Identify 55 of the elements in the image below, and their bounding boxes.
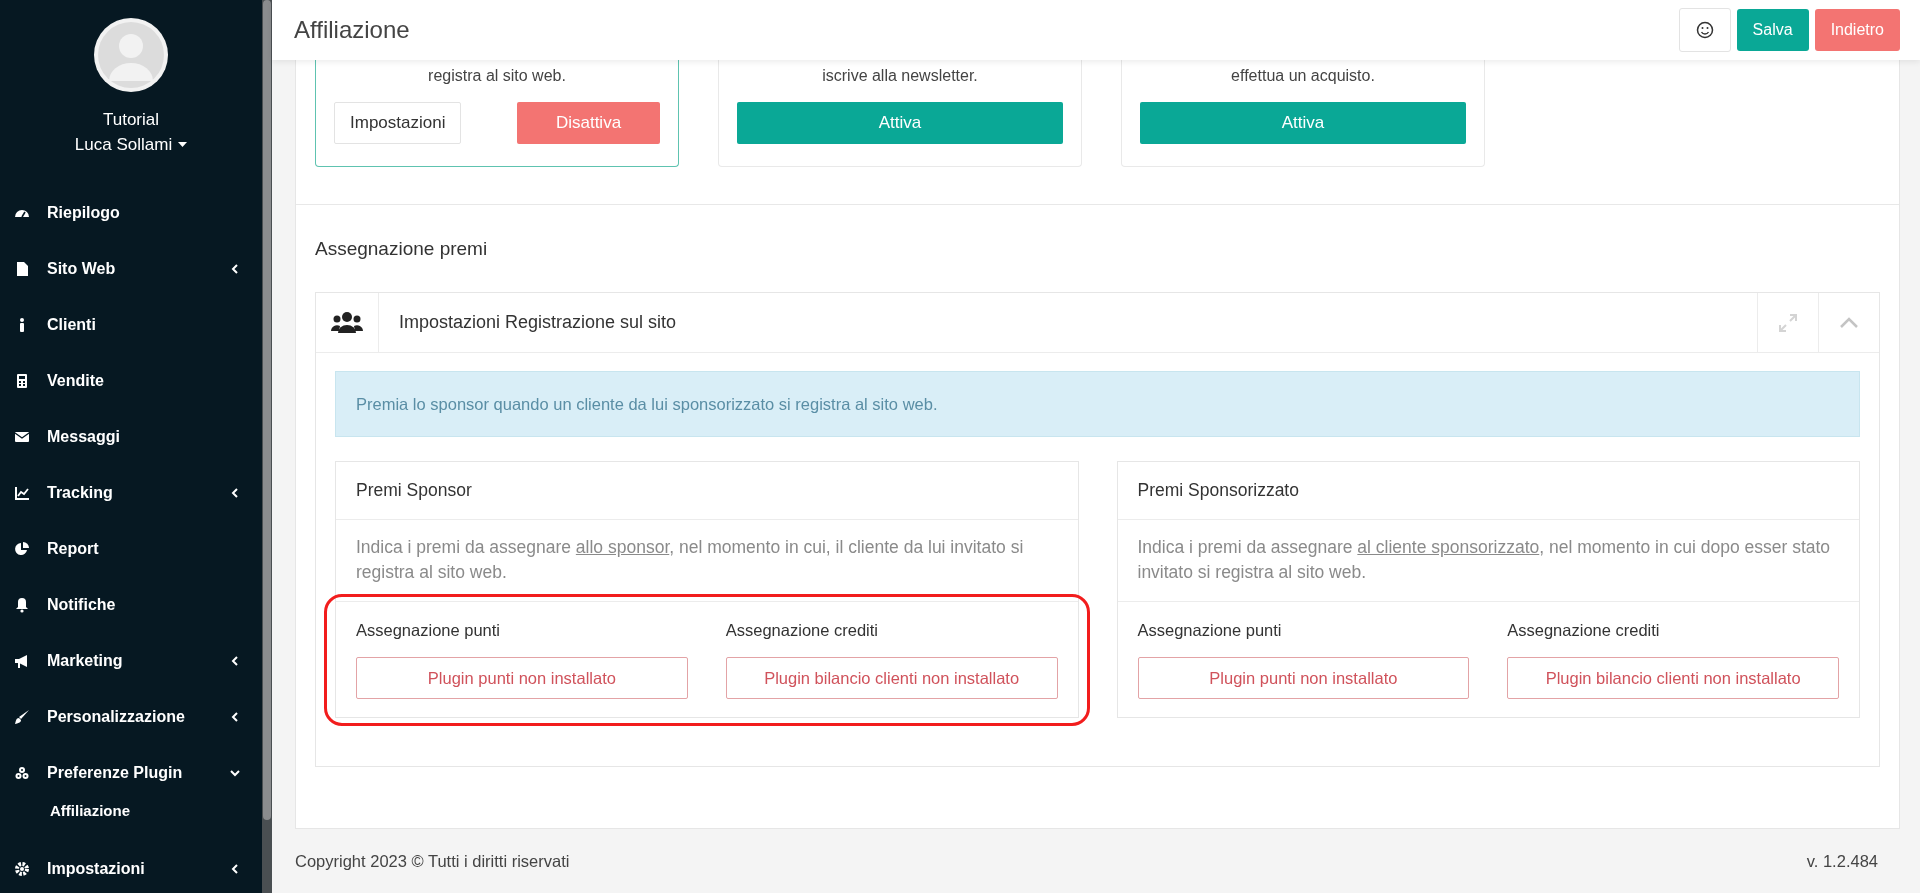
sidebar-item[interactable]: Sito Web [0,241,262,297]
smiley-icon [1695,21,1714,39]
emoji-button[interactable] [1678,8,1731,52]
box-title: Impostazioni Registrazione sul sito [398,311,678,334]
pie-chart-icon [14,541,30,557]
envelope-icon [14,429,30,445]
card-description: effettua un acquisto. [1231,66,1375,86]
panel-title: Premi Sponsorizzato [1117,462,1859,520]
info-alert: Premia lo sponsor quando un cliente da lui sponsorizzato si registra al sito web. [335,371,1860,437]
collapse-icon[interactable] [1839,315,1859,330]
sidebar-item[interactable]: Notifiche [0,577,262,633]
document-icon [14,261,30,277]
description-link[interactable]: allo sponsor [575,537,670,557]
brush-icon [14,709,30,725]
field-label: Assegnazione punti [356,621,502,641]
panel-description: Indica i premi da assegnare al cliente sponsorizzato, nel momento in cui dopo esser stato invitato si registra al sito web. [1137,537,1831,582]
caret-icon [178,141,188,148]
field-label: Assegnazione crediti [725,621,879,641]
version-text: v. 1.2.484 [1806,852,1878,871]
sidebar-item[interactable]: Impostazioni [0,841,262,893]
avatar-icon[interactable] [93,17,169,93]
plugin-status-button[interactable]: Plugin bilancio clienti non installato [725,657,1058,699]
panel-title: Premi Sponsor [336,462,1078,520]
sidebar-item[interactable]: Vendite [0,353,262,409]
user-menu[interactable]: Luca Sollami [74,132,188,157]
card-description: registra al sito web. [428,66,566,86]
calculator-icon [14,373,30,389]
cubes-icon [14,765,30,781]
panel-description: Indica i premi da assegnare allo sponsor, nel momento in cui, il cliente da lui invitato si registra al sito web. [356,537,1024,582]
scrollbar[interactable] [263,0,271,820]
sidebar-item[interactable]: Tracking [0,465,262,521]
plugin-status-button[interactable]: Plugin punti non installato [356,657,688,699]
gear-icon [14,861,30,877]
section-title: Assegnazione premi [314,236,489,261]
sidebar-item[interactable]: Clienti [0,297,262,353]
bell-icon [14,597,30,613]
sidebar-item[interactable]: Riepilogo [0,185,262,241]
description-link[interactable]: al cliente sponsorizzato [1357,537,1540,557]
card-description: iscrive alla newsletter. [822,66,978,86]
user-role: Tutorial [102,109,160,131]
plugin-status-button[interactable]: Plugin punti non installato [1137,657,1470,699]
page-title: Affiliazione [294,16,411,44]
copyright-text: Copyright 2023 © Tutti i diritti riservati [295,852,570,871]
sidebar-item[interactable]: Report [0,521,262,577]
field-label: Assegnazione crediti [1507,621,1661,641]
field-label: Assegnazione punti [1137,621,1283,641]
chart-icon [14,485,30,501]
settings-button[interactable]: Impostazioni [334,102,462,144]
megaphone-icon [14,653,30,669]
expand-icon[interactable] [1778,312,1798,333]
sidebar-item[interactable]: Personalizzazione [0,689,262,745]
sidebar-item[interactable]: Messaggi [0,409,262,465]
users-icon [331,310,363,335]
sidebar-item[interactable]: Marketing [0,633,262,689]
plugin-status-button[interactable]: Plugin bilancio clienti non installato [1507,657,1839,699]
